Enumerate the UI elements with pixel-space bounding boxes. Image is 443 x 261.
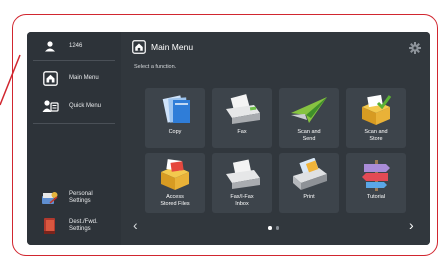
tile-scan-and-send[interactable]: Scan and Send xyxy=(279,88,339,148)
sidebar-item-main-menu[interactable]: Main Menu xyxy=(27,68,121,88)
home-icon xyxy=(132,40,146,54)
main-area: Main Menu Select a function. Copy Fax Sc… xyxy=(121,32,430,245)
tile-label: Fax xyxy=(237,129,247,135)
page-title: Main Menu xyxy=(151,42,194,52)
tile-tutorial[interactable]: Tutorial xyxy=(346,153,406,213)
tile-fax[interactable]: Fax xyxy=(212,88,272,148)
sidebar-item-label: Main Menu xyxy=(69,74,99,81)
fax-inbox-icon xyxy=(226,159,260,189)
gear-icon[interactable] xyxy=(409,42,421,54)
sidebar-item-quick-menu[interactable]: Quick Menu xyxy=(27,96,121,116)
home-icon xyxy=(39,69,61,87)
previous-page-button[interactable]: ‹ xyxy=(133,217,138,233)
tile-label: Fax/I-Fax Inbox xyxy=(230,194,254,207)
tile-label: Print xyxy=(303,194,315,200)
destination-settings-icon xyxy=(39,217,61,235)
access-stored-files-icon xyxy=(161,159,189,190)
sidebar-item-dest-fwd-settings[interactable]: Dest./Fwd. Settings xyxy=(27,215,121,237)
sidebar-item-label: Personal Settings xyxy=(69,191,93,204)
touch-screen: 1246 Main Menu Quick Menu Personal Settin… xyxy=(27,32,430,245)
fax-icon xyxy=(226,94,260,124)
personal-settings-icon xyxy=(39,189,61,207)
print-icon xyxy=(293,158,327,190)
scan-send-icon xyxy=(291,97,327,123)
tutorial-icon xyxy=(362,160,390,191)
page-indicator xyxy=(268,226,279,230)
tile-label: Access Stored Files xyxy=(160,194,190,207)
sidebar-item-label: Quick Menu xyxy=(69,102,102,109)
tile-label: Copy xyxy=(168,129,182,135)
quick-menu-icon xyxy=(39,97,61,115)
header-bar: Main Menu xyxy=(121,32,430,62)
scan-store-icon xyxy=(362,94,392,125)
sidebar-divider xyxy=(33,60,115,61)
tile-label: Tutorial xyxy=(366,194,386,200)
tile-fax-i-fax-inbox[interactable]: Fax/I-Fax Inbox xyxy=(212,153,272,213)
page-dot xyxy=(275,226,279,230)
instruction-text: Select a function. xyxy=(134,64,177,70)
tile-label: Scan and Send xyxy=(297,129,321,142)
user-login-item[interactable]: 1246 xyxy=(27,38,121,54)
next-page-button[interactable]: › xyxy=(409,217,414,233)
tile-scan-and-store[interactable]: Scan and Store xyxy=(346,88,406,148)
tile-access-stored-files[interactable]: Access Stored Files xyxy=(145,153,205,213)
copy-icon xyxy=(162,95,190,123)
tile-copy[interactable]: Copy xyxy=(145,88,205,148)
sidebar-item-label: Dest./Fwd. Settings xyxy=(69,219,98,232)
page-dot-active xyxy=(268,226,272,230)
tile-print[interactable]: Print xyxy=(279,153,339,213)
sidebar: 1246 Main Menu Quick Menu Personal Settin… xyxy=(27,32,121,245)
sidebar-item-personal-settings[interactable]: Personal Settings xyxy=(27,187,121,209)
user-id-label: 1246 xyxy=(69,42,83,49)
sidebar-divider xyxy=(33,123,115,124)
user-icon xyxy=(39,37,61,55)
tile-label: Scan and Store xyxy=(364,129,388,142)
